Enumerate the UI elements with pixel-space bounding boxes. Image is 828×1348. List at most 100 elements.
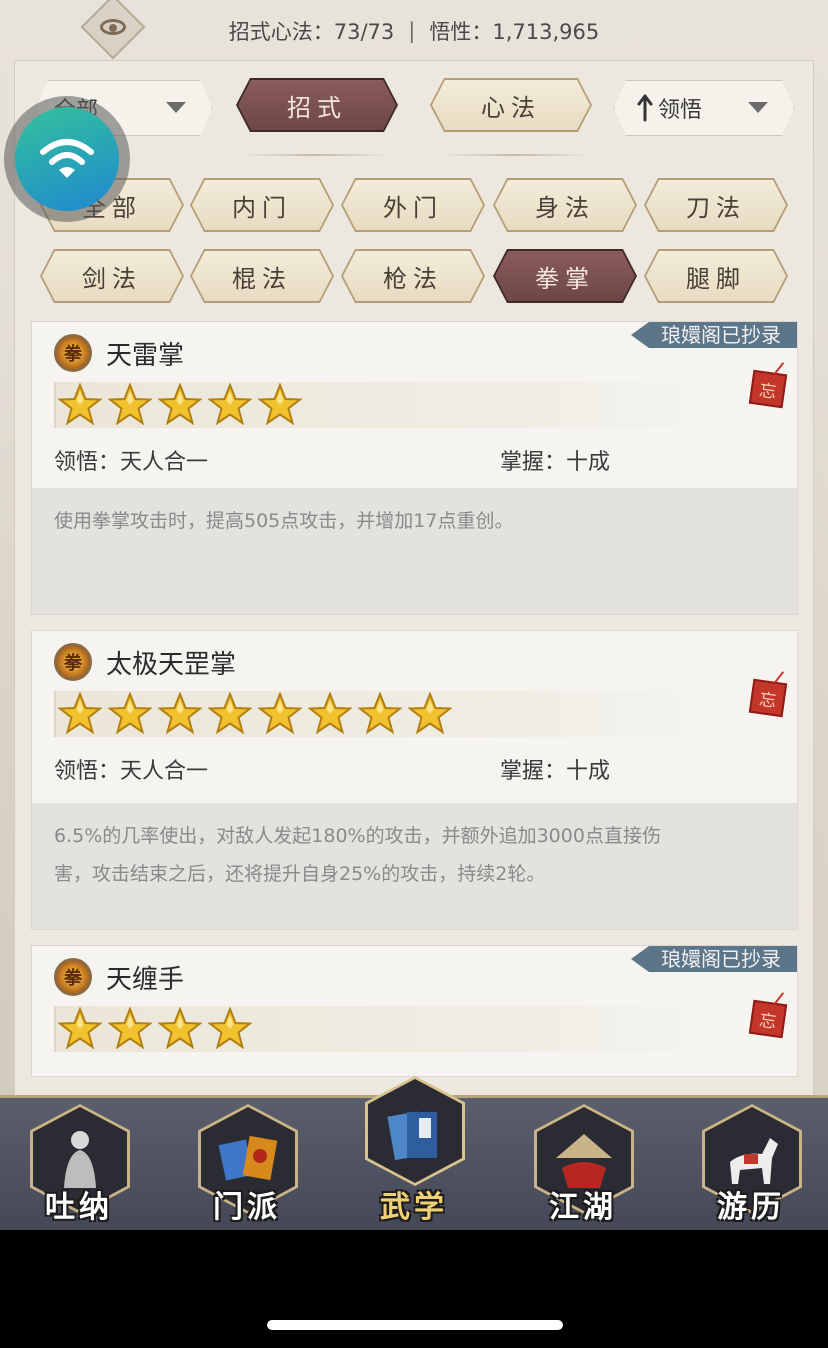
star-icon [207, 382, 253, 427]
nav-label: 吐纳 [45, 1190, 113, 1225]
star-rating [54, 1006, 714, 1052]
skill-mastery: 掌握：十成 [500, 759, 611, 784]
fist-palm-icon: 拳 [54, 958, 92, 996]
skill-title-row: 拳 天缠手 [54, 958, 184, 996]
view-toggle-button[interactable] [80, 0, 146, 60]
white-horse-icon [730, 1138, 778, 1184]
tab-mental-arts-label: 心法 [481, 93, 541, 122]
skill-description-line: 害，攻击结束之后，还将提升自身25%的攻击，持续2轮。 [54, 863, 546, 885]
bottom-navigation: 吐纳 门派 武学 江湖 游历 [0, 1076, 828, 1230]
category-leg[interactable]: 腿脚 [644, 249, 788, 303]
category-label: 枪法 [383, 264, 443, 293]
chevron-down-icon [748, 102, 768, 113]
star-icon [57, 382, 103, 427]
category-blade[interactable]: 刀法 [644, 178, 788, 232]
skill-description: 6.5%的几率使出，对敌人发起180%的攻击，并额外追加3000点直接伤 害，攻… [54, 817, 737, 893]
nav-jianghu[interactable]: 江湖 [528, 1098, 638, 1230]
copied-tag: 琅嬛阁已抄录 [631, 322, 797, 348]
skill-insight: 领悟：天人合一 [54, 450, 209, 475]
nav-breathing[interactable]: 吐纳 [24, 1098, 134, 1230]
skill-insight: 领悟：天人合一 [54, 759, 209, 784]
separator: | [408, 19, 416, 43]
star-icon [157, 1006, 203, 1051]
copied-tag: 琅嬛阁已抄录 [631, 946, 797, 972]
category-outer-gate[interactable]: 外门 [341, 178, 485, 232]
skill-title-row: 拳 天雷掌 [54, 334, 184, 372]
eye-icon [100, 19, 126, 35]
star-rating [54, 691, 714, 737]
skill-name: 天雷掌 [106, 340, 185, 371]
category-label: 腿脚 [686, 264, 746, 293]
top-stats-bar: 招式心法：73/73 | 悟性：1,713,965 [0, 0, 828, 62]
star-icon [57, 691, 103, 736]
app-screen: 招式心法：73/73 | 悟性：1,713,965 全部 招式 心法 领悟 全部… [0, 0, 828, 1230]
nav-travel[interactable]: 游历 [696, 1098, 806, 1230]
skill-card[interactable]: 拳 太极天罡掌 忘 领悟：天人合一 掌握：十成 6.5%的几率使出，对敌人发起1… [31, 630, 798, 930]
star-icon [157, 382, 203, 427]
nav-sect[interactable]: 门派 [192, 1098, 302, 1230]
divider-ornament [440, 154, 590, 156]
skill-mastery: 掌握：十成 [500, 450, 611, 475]
star-icon [107, 1006, 153, 1051]
skill-card[interactable]: 琅嬛阁已抄录 拳 天雷掌 忘 领悟：天人合一 掌握：十成 使用拳掌攻击时，提高5… [31, 321, 798, 615]
skill-description-line: 6.5%的几率使出，对敌人发起180%的攻击，并额外追加3000点直接伤 [54, 825, 661, 847]
floating-wifi-button[interactable] [4, 96, 130, 222]
tab-moves[interactable]: 招式 [236, 78, 398, 132]
category-label: 外门 [383, 193, 443, 222]
category-fist-palm[interactable]: 拳掌 [493, 249, 637, 303]
arrow-up-icon [636, 94, 654, 122]
divider-ornament [240, 154, 390, 156]
sort-value: 领悟 [658, 98, 703, 123]
wifi-icon [15, 107, 119, 211]
star-icon [207, 691, 253, 736]
seal-label: 忘 [757, 380, 778, 403]
star-icon [257, 691, 303, 736]
forget-seal-button[interactable]: 忘 [748, 678, 788, 718]
chevron-down-icon [166, 102, 186, 113]
star-icon [207, 1006, 253, 1051]
tab-mental-arts[interactable]: 心法 [430, 78, 592, 132]
category-label: 棍法 [232, 264, 292, 293]
category-spear[interactable]: 枪法 [341, 249, 485, 303]
fist-palm-icon: 拳 [54, 643, 92, 681]
nav-label: 门派 [213, 1190, 281, 1225]
skill-title-row: 拳 太极天罡掌 [54, 643, 236, 681]
forget-seal-button[interactable]: 忘 [748, 369, 788, 409]
star-icon [407, 691, 453, 736]
seal-label: 忘 [757, 689, 778, 712]
star-icon [257, 382, 303, 427]
skill-name: 太极天罡掌 [106, 649, 237, 680]
category-sword[interactable]: 剑法 [40, 249, 184, 303]
nav-martial-arts[interactable]: 武学 [359, 1076, 469, 1230]
moves-count-label: 招式心法：73/73 [228, 20, 395, 44]
category-label: 拳掌 [535, 264, 595, 293]
star-icon [107, 382, 153, 427]
star-icon [157, 691, 203, 736]
category-label: 剑法 [82, 264, 142, 293]
insight-value-label: 悟性：1,713,965 [429, 20, 600, 44]
skill-card[interactable]: 琅嬛阁已抄录 拳 天缠手 忘 [31, 945, 798, 1077]
star-icon [107, 691, 153, 736]
star-icon [57, 1006, 103, 1051]
star-icon [307, 691, 353, 736]
nav-label: 游历 [717, 1190, 785, 1225]
sort-select[interactable]: 领悟 [614, 80, 794, 136]
sect-banners-icon [218, 1135, 278, 1181]
martial-arts-books-icon [387, 1111, 437, 1161]
category-label: 身法 [535, 193, 595, 222]
meditating-figure-icon [64, 1131, 96, 1188]
category-staff[interactable]: 棍法 [190, 249, 334, 303]
forget-seal-button[interactable]: 忘 [748, 999, 788, 1039]
nav-label: 武学 [380, 1190, 448, 1225]
home-indicator[interactable] [267, 1320, 563, 1330]
seal-label: 忘 [757, 1010, 778, 1033]
category-movement[interactable]: 身法 [493, 178, 637, 232]
skill-name: 天缠手 [106, 964, 185, 995]
skill-description: 使用拳掌攻击时，提高505点攻击，并增加17点重创。 [54, 510, 514, 532]
category-label: 内门 [232, 193, 292, 222]
star-rating [54, 382, 714, 428]
category-inner-gate[interactable]: 内门 [190, 178, 334, 232]
nav-label: 江湖 [549, 1190, 617, 1225]
tab-moves-label: 招式 [287, 93, 347, 122]
category-label: 刀法 [686, 193, 746, 222]
